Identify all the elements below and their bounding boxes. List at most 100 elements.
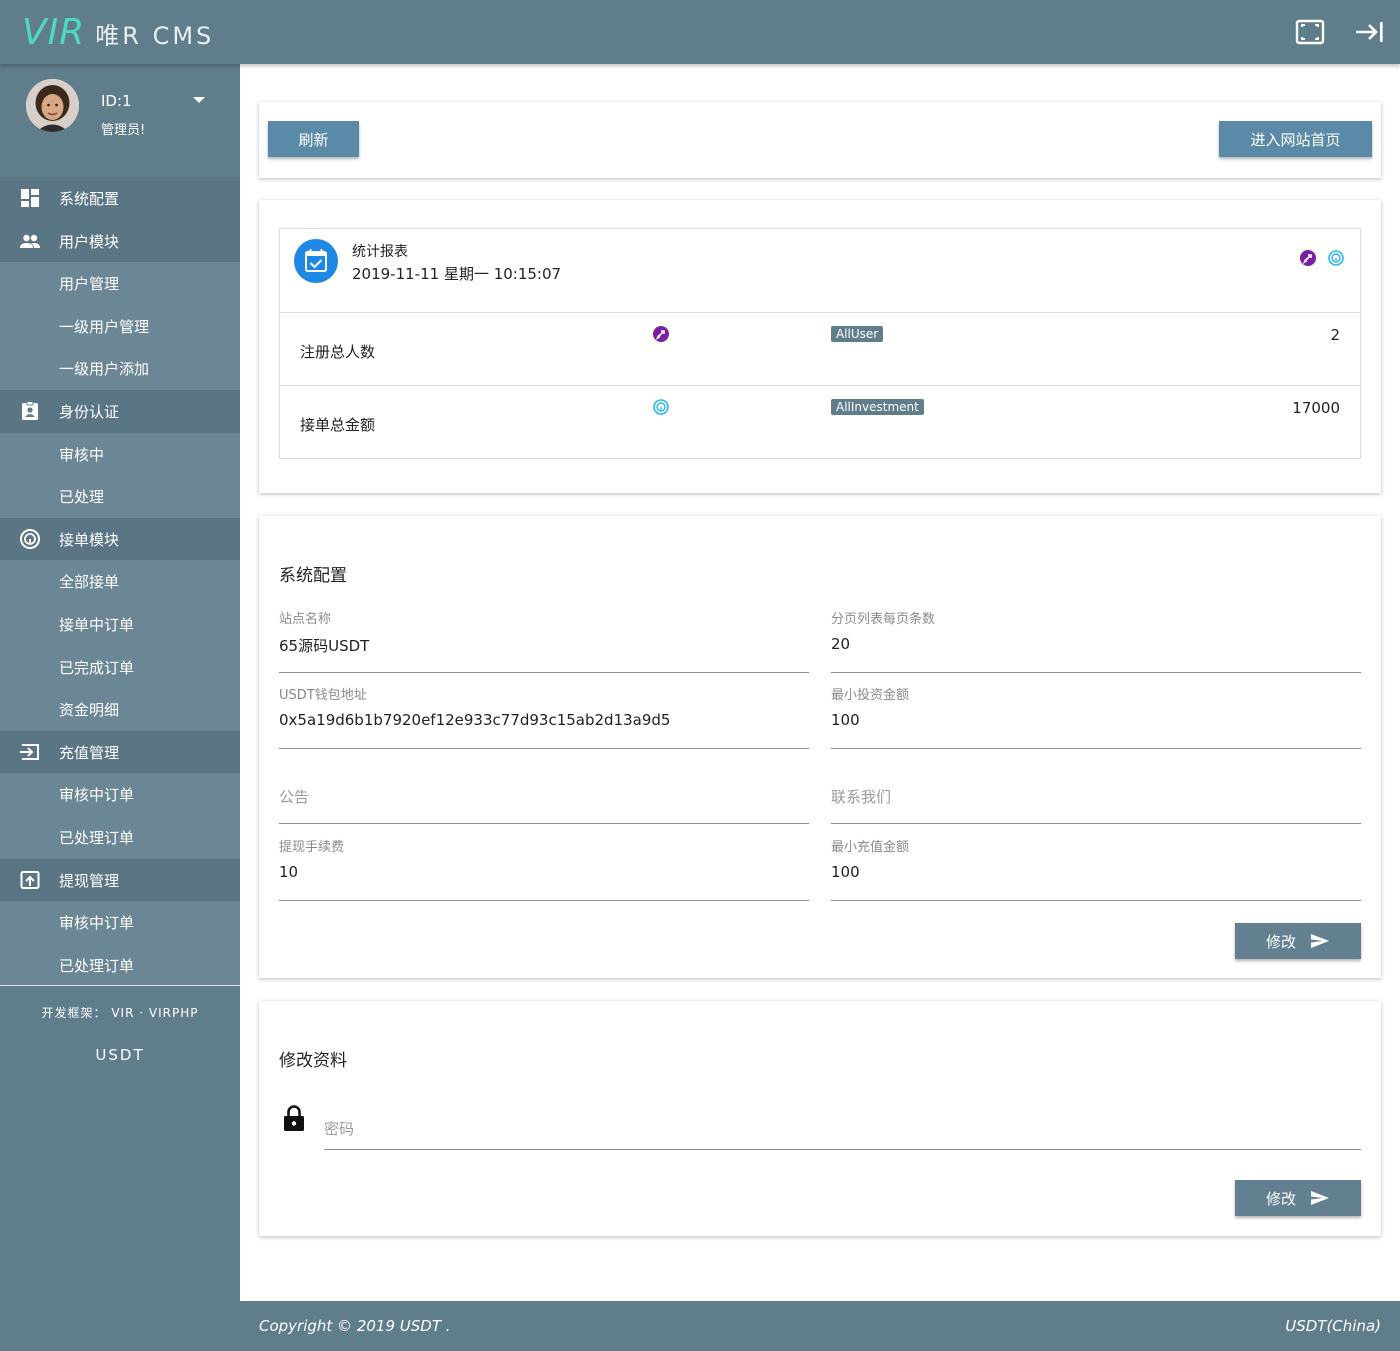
site-name-input[interactable]: 65源码USDT — [279, 635, 809, 673]
stats-panel: 统计报表 2019-11-11 星期一 10:15:07 注册总人数 AllUs… — [279, 228, 1361, 459]
config-card: 系统配置 站点名称 65源码USDT 分页列表每页条数 20 USDT钱包地址 … — [259, 516, 1381, 978]
page-footer: Copyright © 2019 USDT . USDT(China) — [240, 1301, 1400, 1351]
sidebar-item-label: 已处理订单 — [59, 956, 135, 975]
config-submit-button[interactable]: 修改 — [1235, 923, 1361, 959]
sidebar-item[interactable]: 全部接单 — [0, 560, 240, 603]
wallet-input[interactable]: 0x5a19d6b1b7920ef12e933c77d93c15ab2d13a9… — [279, 711, 809, 749]
rocket-icon — [1300, 250, 1316, 266]
fullscreen-icon[interactable] — [1294, 16, 1326, 48]
sidebar-item[interactable]: 已处理 — [0, 475, 240, 518]
refresh-button[interactable]: 刷新 — [268, 121, 359, 157]
sidebar-item[interactable]: 一级用户添加 — [0, 347, 240, 390]
dashboard-icon — [19, 187, 41, 209]
notice-input[interactable]: 公告 — [279, 786, 809, 824]
sidebar-item-label: 一级用户管理 — [59, 317, 150, 336]
sidebar-item-label: 已处理 — [59, 488, 105, 507]
min-invest-label: 最小投资金额 — [831, 688, 910, 703]
sidebar-item-label: 资金明细 — [59, 701, 120, 720]
sidebar-item[interactable]: 接单模块 — [0, 517, 240, 561]
calendar-check-icon — [294, 239, 338, 283]
sidebar-item[interactable]: 用户模块 — [0, 219, 240, 263]
config-title: 系统配置 — [279, 566, 347, 586]
toolbar-card: 刷新 进入网站首页 — [259, 102, 1381, 178]
logo: VIR 唯R CMS — [22, 12, 214, 53]
sidebar-item[interactable]: 审核中 — [0, 432, 240, 476]
logout-arrow-icon[interactable] — [1354, 16, 1386, 48]
top-bar: VIR 唯R CMS — [0, 0, 1400, 64]
page-size-input[interactable]: 20 — [831, 635, 1361, 673]
sidebar-item[interactable]: 一级用户管理 — [0, 304, 240, 348]
profile-submit-label: 修改 — [1265, 1189, 1296, 1208]
sidebar-item[interactable]: 接单中订单 — [0, 602, 240, 646]
sidebar-item[interactable]: 已处理订单 — [0, 943, 240, 987]
stat-row-users: 注册总人数 AllUser 2 — [280, 313, 1360, 386]
home-button[interactable]: 进入网站首页 — [1219, 121, 1372, 157]
sidebar-item-label: 接单中订单 — [59, 615, 135, 634]
sidebar-item[interactable]: 已处理订单 — [0, 815, 240, 859]
rocket-icon — [653, 326, 669, 342]
sidebar: ID:1 管理员! 系统配置 用户模块 用户管理 一级用户管理 一级用户添加 身份认证 审核… — [0, 64, 240, 1351]
sidebar-item[interactable]: 用户管理 — [0, 262, 240, 305]
site-name-field[interactable]: 站点名称 65源码USDT — [279, 608, 809, 673]
framework-text: 开发框架： VIR · VIRPHP — [41, 1006, 199, 1020]
upload-box-icon — [19, 869, 41, 891]
sidebar-item[interactable]: 系统配置 — [0, 177, 240, 220]
contact-field[interactable]: 联系我们 — [831, 786, 1361, 824]
min-recharge-label: 最小充值金额 — [831, 840, 910, 855]
sidebar-item-label: 系统配置 — [59, 190, 120, 208]
brand-text: USDT — [95, 1046, 145, 1064]
sidebar-item-label: 用户模块 — [59, 232, 120, 251]
send-icon — [1310, 933, 1330, 949]
chevron-down-icon[interactable] — [193, 97, 205, 103]
fee-field[interactable]: 提现手续费 10 — [279, 836, 809, 901]
sidebar-item[interactable]: 资金明细 — [0, 688, 240, 731]
sidebar-item-label: 审核中订单 — [59, 914, 135, 933]
fingerprint-icon — [19, 528, 41, 550]
fee-input[interactable]: 10 — [279, 863, 809, 901]
stats-title: 统计报表 — [352, 244, 408, 260]
wallet-label: USDT钱包地址 — [279, 688, 367, 703]
sidebar-item[interactable]: 已完成订单 — [0, 645, 240, 689]
stats-header: 统计报表 2019-11-11 星期一 10:15:07 — [280, 229, 1360, 313]
fee-label: 提现手续费 — [279, 840, 345, 855]
sidebar-item[interactable]: 审核中订单 — [0, 773, 240, 816]
lock-icon — [283, 1104, 305, 1132]
page-size-label: 分页列表每页条数 — [831, 612, 936, 627]
login-icon — [19, 741, 41, 763]
notice-field[interactable]: 公告 — [279, 786, 809, 824]
sidebar-item[interactable]: 身份认证 — [0, 389, 240, 433]
avatar[interactable] — [26, 79, 79, 132]
sidebar-item-label: 已处理订单 — [59, 828, 135, 847]
min-recharge-field[interactable]: 最小充值金额 100 — [831, 836, 1361, 901]
contact-input[interactable]: 联系我们 — [831, 786, 1361, 824]
stat-value: 17000 — [1292, 399, 1340, 417]
send-icon — [1310, 1190, 1330, 1206]
sidebar-divider — [0, 985, 240, 986]
sidebar-item[interactable]: 审核中订单 — [0, 901, 240, 944]
sidebar-item[interactable]: 提现管理 — [0, 858, 240, 902]
logo-main: VIR — [22, 12, 86, 53]
sidebar-item-label: 充值管理 — [59, 743, 120, 762]
min-recharge-input[interactable]: 100 — [831, 863, 1361, 901]
wallet-field[interactable]: USDT钱包地址 0x5a19d6b1b7920ef12e933c77d93c1… — [279, 684, 809, 749]
fingerprint-icon — [1328, 250, 1344, 266]
min-invest-input[interactable]: 100 — [831, 711, 1361, 749]
user-role: 管理员! — [101, 123, 146, 138]
stat-row-investment: 接单总金额 AllInvestment 17000 — [280, 386, 1360, 459]
sidebar-menu: 系统配置用户模块用户管理一级用户管理一级用户添加 身份认证 审核中已处理接单模块 全部… — [0, 177, 240, 987]
password-field[interactable]: 密码 — [324, 1118, 1361, 1150]
page-size-field[interactable]: 分页列表每页条数 20 — [831, 608, 1361, 673]
stat-label: 接单总金额 — [300, 416, 376, 434]
people-icon — [19, 230, 41, 252]
config-submit-label: 修改 — [1265, 932, 1296, 951]
profile-submit-button[interactable]: 修改 — [1235, 1180, 1361, 1216]
sidebar-item-label: 用户管理 — [59, 275, 120, 294]
profile-edit-card: 修改资料 密码 修改 — [259, 1001, 1381, 1236]
sidebar-item-label: 已完成订单 — [59, 658, 135, 677]
stat-tag: AllInvestment — [831, 399, 924, 415]
site-name-label: 站点名称 — [279, 612, 332, 627]
sidebar-item[interactable]: 充值管理 — [0, 730, 240, 774]
sidebar-item-label: 提现管理 — [59, 871, 120, 890]
min-invest-field[interactable]: 最小投资金额 100 — [831, 684, 1361, 749]
password-input[interactable]: 密码 — [324, 1118, 1361, 1150]
